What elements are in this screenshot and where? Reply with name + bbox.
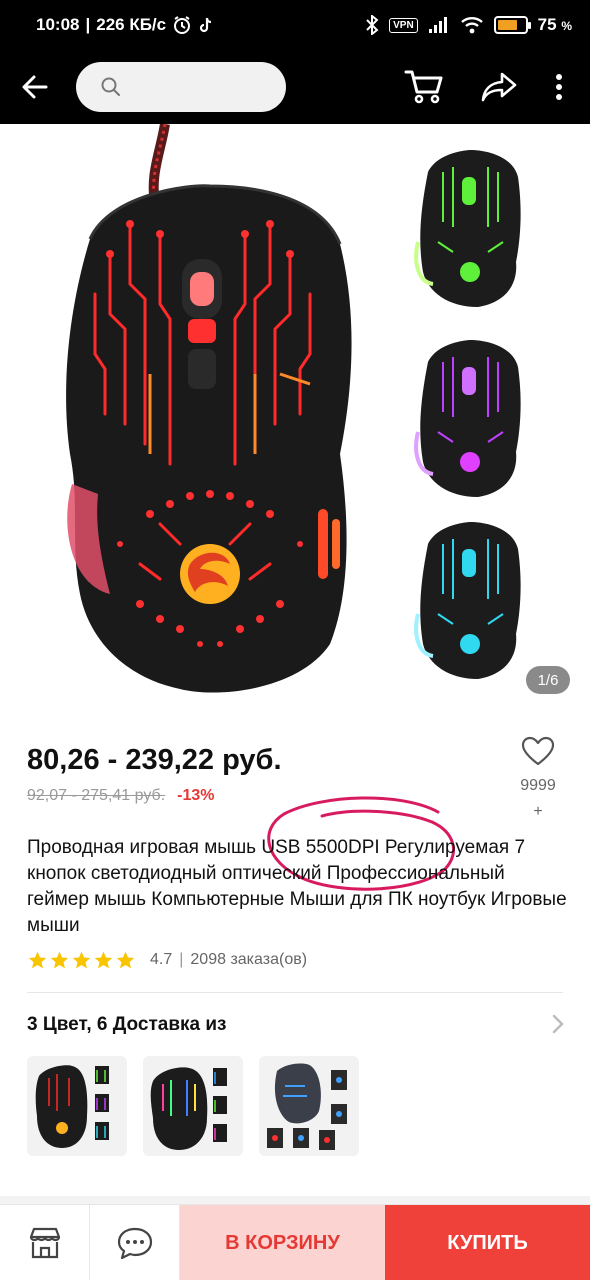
cart-icon[interactable] <box>404 69 444 105</box>
product-price: 80,26 - 239,22 руб. <box>27 744 282 776</box>
wishlist-plus: + <box>533 803 543 820</box>
battery-percent: 75 % <box>538 15 572 35</box>
tiktok-icon <box>200 17 212 33</box>
variants-label[interactable]: 3 Цвет, 6 Доставка из <box>27 1014 226 1036</box>
add-to-cart-button[interactable]: В КОРЗИНУ <box>180 1205 385 1280</box>
bottom-action-bar: В КОРЗИНУ КУПИТЬ <box>0 1204 590 1280</box>
old-price: 92,07 - 275,41 руб. <box>27 787 166 804</box>
star-icon <box>72 951 91 969</box>
chat-icon <box>117 1227 152 1260</box>
status-separator: | <box>85 15 91 34</box>
variant-thumbnails <box>27 1056 359 1156</box>
star-icon <box>50 951 69 969</box>
chat-button[interactable] <box>90 1205 180 1280</box>
old-price-row: 92,07 - 275,41 руб. -13% <box>27 787 215 805</box>
wifi-icon <box>460 17 483 34</box>
heart-icon[interactable] <box>521 736 555 766</box>
alarm-icon <box>174 16 191 34</box>
gallery-thumb-green[interactable] <box>408 132 528 312</box>
divider <box>27 992 563 993</box>
status-bar: 10:08 | 226 КБ/с VPN 75 % <box>0 0 590 50</box>
variant-image-2 <box>150 1067 227 1150</box>
variant-image-3 <box>267 1063 347 1150</box>
rating-stars <box>27 950 136 970</box>
search-box[interactable] <box>76 62 286 112</box>
clock: 10:08 <box>36 15 80 34</box>
product-title: Проводная игровая мышь USB 5500DPI Регул… <box>27 837 567 936</box>
more-vertical-icon[interactable] <box>554 72 564 102</box>
store-icon <box>29 1227 60 1259</box>
star-icon <box>94 951 113 969</box>
battery-suffix: % <box>561 19 572 33</box>
product-image-gallery[interactable]: 1/6 <box>0 124 590 708</box>
gallery-thumb-cyan[interactable] <box>408 504 528 684</box>
vpn-badge: VPN <box>389 17 418 33</box>
section-separator <box>0 1196 590 1204</box>
variant-thumb-multicolor[interactable] <box>143 1056 243 1156</box>
star-icon <box>116 951 135 969</box>
rating-separator: | <box>179 951 184 968</box>
rating-row[interactable]: 4.7 | 2098 заказа(ов) <box>27 950 307 970</box>
wishlist-count: 9999 <box>520 777 556 794</box>
battery-icon <box>493 16 531 34</box>
back-arrow-icon[interactable] <box>20 72 50 102</box>
gallery-thumb-purple[interactable] <box>408 322 528 502</box>
variant-thumb-rgb[interactable] <box>27 1056 127 1156</box>
star-icon <box>28 951 47 969</box>
discount-badge: -13% <box>177 787 215 804</box>
top-toolbar <box>0 50 590 124</box>
signal-icon <box>428 17 447 33</box>
share-icon[interactable] <box>480 71 518 103</box>
chevron-right-icon[interactable] <box>548 1012 568 1036</box>
variant-thumb-blue[interactable] <box>259 1056 359 1156</box>
search-input[interactable] <box>130 78 280 96</box>
rating-value: 4.7 <box>150 951 173 968</box>
bluetooth-icon <box>366 15 379 35</box>
wishlist-button[interactable]: 9999 + <box>512 736 564 823</box>
buy-now-button[interactable]: КУПИТЬ <box>385 1205 590 1280</box>
search-icon <box>101 77 120 96</box>
network-speed: 226 КБ/с <box>96 15 167 34</box>
battery-value: 75 <box>537 15 557 34</box>
product-main-image[interactable] <box>50 124 370 704</box>
variant-image-1 <box>35 1065 109 1148</box>
gallery-page-indicator: 1/6 <box>526 666 570 694</box>
battery-fill <box>497 20 518 30</box>
orders-count: 2098 заказа(ов) <box>190 951 308 968</box>
store-button[interactable] <box>0 1205 90 1280</box>
